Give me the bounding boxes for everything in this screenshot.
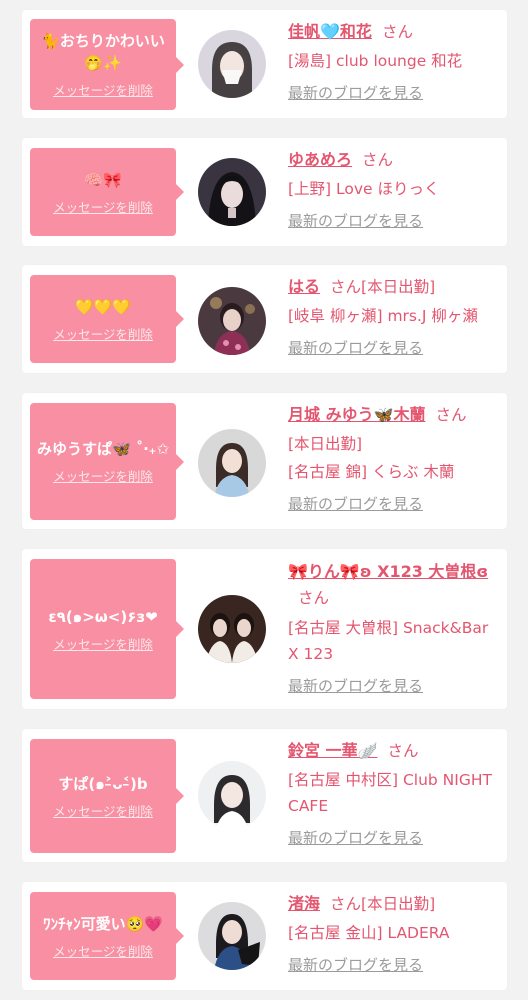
shop-name: [名古屋 中村区] Club NIGHT CAFE [288,771,492,815]
list-item: 🐈おちりかわいい🤭✨ メッセージを削除 佳帆🩵和花 さん [湯島] club lo… [22,10,507,118]
latest-blog-link[interactable]: 最新のブログを見る [288,337,500,359]
delete-message-link[interactable]: メッセージを削除 [53,80,153,99]
honorific-label: さん [362,151,394,169]
cast-name-link[interactable]: 🎀りん🎀ʚ X123 大曽根ɞ [288,562,488,581]
honorific-label: さん [381,23,413,41]
list-item: みゆうすぱ🦋 ˚‧₊✩ メッセージを削除 月城 みゆう🦋木蘭 さん [本日出勤] … [22,393,507,529]
cast-info: ゆあめろ さん [上野] Love ほりっく 最新のブログを見る [288,148,500,232]
message-bubble: 💛💛💛 メッセージを削除 [30,275,184,363]
message-text: すぱ(๑˃̵ᴗ˂̵)b [58,774,148,793]
honorific-label: さん [387,742,419,760]
list-item: ﾜﾝﾁｬﾝ可愛い🥺💗 メッセージを削除 渚海 さん[本日出勤] [名古屋 金山] … [22,882,507,990]
delete-message-link[interactable]: メッセージを削除 [53,466,153,485]
latest-blog-link[interactable]: 最新のブログを見る [288,210,500,232]
latest-blog-link[interactable]: 最新のブログを見る [288,493,500,515]
message-text: みゆうすぱ🦋 ˚‧₊✩ [36,440,170,458]
message-bubble: ε٩(๑>ω<)۶з❤ メッセージを削除 [30,559,184,699]
shop-name: [岐阜 柳ヶ瀬] mrs.J 柳ヶ瀬 [288,307,478,325]
list-item: 🧠🎀 メッセージを削除 ゆあめろ さん [上野] Love ほりっく 最新のブログ… [22,138,507,246]
avatar[interactable] [198,902,266,970]
honorific-label: さん [330,278,362,296]
message-text: ﾜﾝﾁｬﾝ可愛い🥺💗 [43,914,163,933]
message-text: 🐈おちりかわいい🤭✨ [41,32,165,72]
avatar[interactable] [198,287,266,355]
attendance-badge: [本日出勤] [361,895,436,913]
latest-blog-link[interactable]: 最新のブログを見る [288,827,500,849]
message-text: 💛💛💛 [74,297,132,316]
message-bubble: みゆうすぱ🦋 ˚‧₊✩ メッセージを削除 [30,403,184,520]
cast-name-link[interactable]: ゆあめろ [288,150,352,169]
message-list: 🐈おちりかわいい🤭✨ メッセージを削除 佳帆🩵和花 さん [湯島] club lo… [0,0,528,1000]
list-item: ε٩(๑>ω<)۶з❤ メッセージを削除 🎀りん🎀ʚ X123 大曽根ɞ さん [… [22,549,507,709]
shop-name: [名古屋 大曽根] Snack&Bar X 123 [288,619,489,663]
delete-message-link[interactable]: メッセージを削除 [53,634,153,653]
attendance-badge: [本日出勤] [361,278,436,296]
latest-blog-link[interactable]: 最新のブログを見る [288,675,500,697]
cast-info: 渚海 さん[本日出勤] [名古屋 金山] LADERA 最新のブログを見る [288,892,500,976]
list-item: すぱ(๑˃̵ᴗ˂̵)b メッセージを削除 鈴宮 一華🪽 さん [名古屋 中村区] … [22,729,507,862]
message-bubble: すぱ(๑˃̵ᴗ˂̵)b メッセージを削除 [30,739,184,853]
message-bubble: ﾜﾝﾁｬﾝ可愛い🥺💗 メッセージを削除 [30,892,184,980]
cast-name-link[interactable]: はる [288,277,320,296]
cast-info: 月城 みゆう🦋木蘭 さん [本日出勤] [名古屋 錦] くらぶ 木蘭 最新のブログ… [288,403,500,515]
cast-name-link[interactable]: 佳帆🩵和花 [288,22,372,41]
delete-message-link[interactable]: メッセージを削除 [53,197,153,216]
attendance-badge: [本日出勤] [288,435,363,453]
message-bubble: 🧠🎀 メッセージを削除 [30,148,184,236]
cast-info: はる さん[本日出勤] [岐阜 柳ヶ瀬] mrs.J 柳ヶ瀬 最新のブログを見る [288,275,500,359]
delete-message-link[interactable]: メッセージを削除 [53,324,153,343]
delete-message-link[interactable]: メッセージを削除 [53,801,153,820]
avatar[interactable] [198,30,266,98]
list-item: 💛💛💛 メッセージを削除 はる さん[本日出勤] [岐阜 柳ヶ瀬] mrs.J 柳… [22,265,507,373]
cast-info: 鈴宮 一華🪽 さん [名古屋 中村区] Club NIGHT CAFE 最新のブロ… [288,739,500,849]
honorific-label: さん [435,406,467,424]
delete-message-link[interactable]: メッセージを削除 [53,941,153,960]
message-bubble: 🐈おちりかわいい🤭✨ メッセージを削除 [30,19,184,110]
shop-name: [上野] Love ほりっく [288,180,440,198]
cast-name-link[interactable]: 鈴宮 一華🪽 [288,741,378,760]
avatar[interactable] [198,595,266,663]
avatar[interactable] [198,761,266,829]
message-text: ε٩(๑>ω<)۶з❤ [48,607,158,626]
latest-blog-link[interactable]: 最新のブログを見る [288,954,500,976]
cast-info: 🎀りん🎀ʚ X123 大曽根ɞ さん [名古屋 大曽根] Snack&Bar X … [288,559,500,697]
cast-name-link[interactable]: 渚海 [288,894,320,913]
cast-name-link[interactable]: 月城 みゆう🦋木蘭 [288,405,426,424]
honorific-label: さん [298,589,330,607]
cast-info: 佳帆🩵和花 さん [湯島] club lounge 和花 最新のブログを見る [288,20,500,104]
avatar[interactable] [198,429,266,497]
shop-name: [湯島] club lounge 和花 [288,52,463,70]
shop-name: [名古屋 錦] くらぶ 木蘭 [288,463,455,481]
avatar[interactable] [198,158,266,226]
message-text: 🧠🎀 [84,170,122,189]
honorific-label: さん [330,895,362,913]
shop-name: [名古屋 金山] LADERA [288,924,450,942]
latest-blog-link[interactable]: 最新のブログを見る [288,82,500,104]
